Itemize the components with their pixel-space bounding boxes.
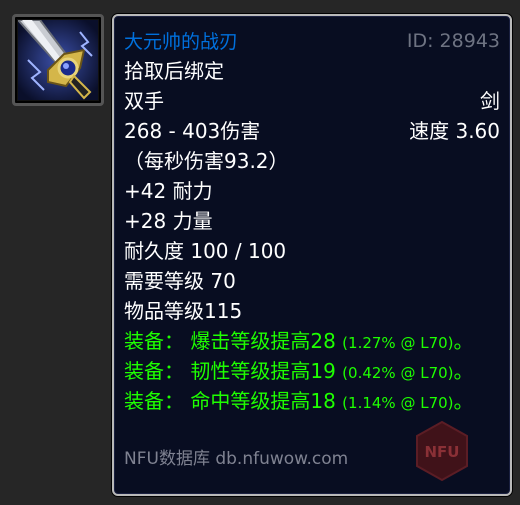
equip-detail: (0.42% @ L70) <box>342 364 454 382</box>
equip-label: 装备： <box>124 389 184 413</box>
item-slot-row: 双手 剑 <box>124 86 500 116</box>
item-icon-frame <box>12 14 104 106</box>
strength-text: +28 力量 <box>124 209 213 233</box>
nfu-watermark-logo: NFU <box>416 420 468 482</box>
item-header-row: 大元帅的战刃 ID: 28943 <box>124 26 500 56</box>
item-level: 物品等级115 <box>124 296 500 326</box>
item-id: ID: 28943 <box>406 30 500 52</box>
equip-effect: 装备： 命中等级提高18 (1.14% @ L70)。 <box>124 386 500 416</box>
item-durability: 耐久度 100 / 100 <box>124 236 500 266</box>
stamina-text: +42 耐力 <box>124 179 213 203</box>
equip-detail: (1.27% @ L70) <box>342 334 454 352</box>
item-tooltip: 大元帅的战刃 ID: 28943 拾取后绑定 双手 剑 268 - 403伤害 … <box>112 14 512 496</box>
equip-text: 韧性等级提高19 <box>190 359 336 383</box>
equip-end: 。 <box>453 389 474 413</box>
equip-label: 装备： <box>124 359 184 383</box>
item-damage-row: 268 - 403伤害 速度 3.60 <box>124 116 500 146</box>
item-slot: 双手 <box>124 89 164 113</box>
item-strength: +28 力量 <box>124 206 500 236</box>
equip-end: 。 <box>453 329 474 353</box>
item-stamina: +42 耐力 <box>124 176 500 206</box>
item-name[interactable]: 大元帅的战刃 <box>124 31 238 53</box>
dps-text: （每秒伤害93.2） <box>124 149 289 173</box>
watermark-text: NFU <box>425 443 460 461</box>
item-dps: （每秒伤害93.2） <box>124 146 500 176</box>
equip-effect: 装备： 韧性等级提高19 (0.42% @ L70)。 <box>124 356 500 386</box>
equip-label: 装备： <box>124 329 184 353</box>
equip-text: 爆击等级提高28 <box>190 329 336 353</box>
item-speed: 速度 3.60 <box>409 119 500 143</box>
equip-end: 。 <box>453 359 474 383</box>
durability-text: 耐久度 100 / 100 <box>124 239 287 263</box>
required-level-text: 需要等级 70 <box>124 269 236 293</box>
equip-text: 命中等级提高18 <box>190 389 336 413</box>
item-required-level: 需要等级 70 <box>124 266 500 296</box>
sword-hilt-icon <box>18 20 98 100</box>
item-level-text: 物品等级115 <box>124 299 243 323</box>
item-damage: 268 - 403伤害 <box>124 119 261 143</box>
equip-effect: 装备： 爆击等级提高28 (1.27% @ L70)。 <box>124 326 500 356</box>
equip-detail: (1.14% @ L70) <box>342 394 454 412</box>
footer-source: NFU数据库 db.nfuwow.com <box>124 449 349 469</box>
item-type: 剑 <box>480 89 500 113</box>
item-binding: 拾取后绑定 <box>124 56 500 86</box>
binding-text: 拾取后绑定 <box>124 59 224 83</box>
